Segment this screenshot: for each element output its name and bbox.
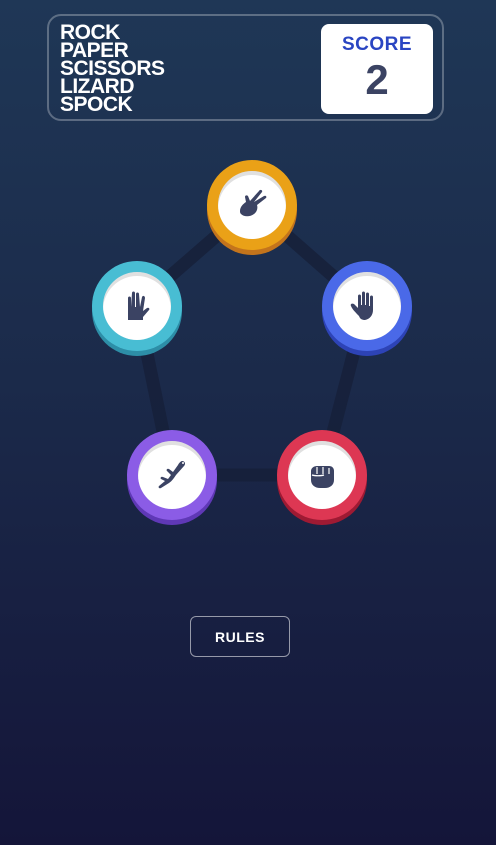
rules-button[interactable]: RULES xyxy=(190,616,290,657)
vulcan-hand-icon xyxy=(128,291,150,320)
token-spock[interactable] xyxy=(92,261,182,355)
fist-icon xyxy=(311,466,334,488)
token-rock[interactable] xyxy=(277,430,367,524)
token-scissors[interactable] xyxy=(207,160,297,254)
token-paper[interactable] xyxy=(322,261,412,355)
scissors-hand-icon xyxy=(240,189,267,217)
lizard-icon xyxy=(158,461,186,489)
game-board xyxy=(0,0,496,845)
pentagon-outline xyxy=(130,198,373,482)
open-hand-icon xyxy=(350,291,373,320)
token-lizard[interactable] xyxy=(127,430,217,524)
